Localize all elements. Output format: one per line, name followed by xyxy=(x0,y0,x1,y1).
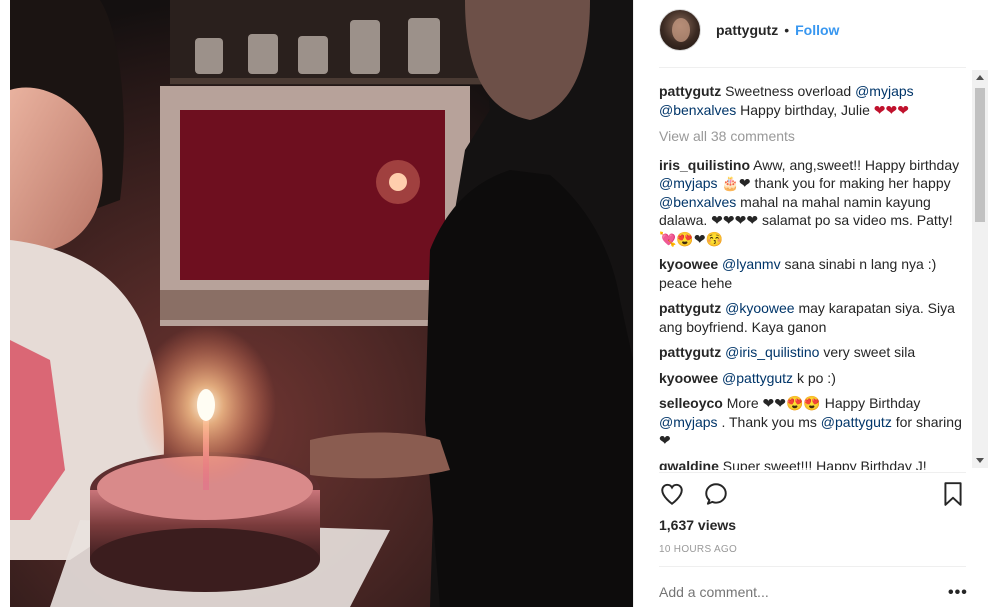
mention-link[interactable]: @iris_quilistino xyxy=(725,344,819,360)
comment-text: Aww, ang,sweet!! Happy birthday xyxy=(750,156,960,173)
view-all-comments-link[interactable]: View all 38 comments xyxy=(659,127,969,146)
comment-item: selleoyco More ❤❤😍😍 Happy Birthday @myja… xyxy=(659,394,969,450)
video-frame xyxy=(10,0,633,607)
comment-text: Happy birthday, Julie xyxy=(736,101,874,118)
divider xyxy=(659,472,966,473)
comment-bubble-icon[interactable] xyxy=(703,481,729,510)
scroll-up-icon[interactable] xyxy=(976,75,984,80)
comment-text: More ❤❤😍😍 Happy Birthday xyxy=(722,395,921,411)
comment-username[interactable]: iris_quilistino xyxy=(659,157,750,173)
comment-username[interactable]: pattygutz xyxy=(659,83,721,99)
comments-list: pattygutz Sweetness overload @myjaps @be… xyxy=(659,82,969,470)
comment-username[interactable]: gwaldine xyxy=(659,458,719,471)
comment-username[interactable]: pattygutz xyxy=(659,344,721,360)
heart-outline-icon[interactable] xyxy=(659,481,685,510)
mention-link[interactable]: @pattygutz xyxy=(722,370,793,386)
separator-dot: • xyxy=(784,22,790,38)
post-header: pattygutz • Follow xyxy=(634,0,991,60)
post-video[interactable] xyxy=(10,0,633,607)
mention-link[interactable]: @myjaps xyxy=(855,83,914,99)
mention-link[interactable]: @myjaps xyxy=(659,414,718,430)
comment-text: 🎂❤ thank you for making her happy xyxy=(717,175,951,191)
mention-link[interactable]: @pattygutz xyxy=(821,414,892,430)
comment-username[interactable]: selleoyco xyxy=(659,395,723,411)
views-count[interactable]: 1,637 views xyxy=(659,517,736,533)
divider xyxy=(659,67,966,68)
add-comment-input[interactable] xyxy=(659,584,909,600)
header-username[interactable]: pattygutz xyxy=(716,22,778,38)
comment-item: kyoowee @pattygutz k po :) xyxy=(659,369,969,388)
follow-button[interactable]: Follow xyxy=(795,22,839,38)
divider xyxy=(659,566,966,567)
mention-link[interactable]: @myjaps xyxy=(659,175,718,191)
avatar[interactable] xyxy=(659,9,701,51)
comment-text: very sweet sila xyxy=(819,344,916,360)
comment-item: iris_quilistino Aww, ang,sweet!! Happy b… xyxy=(659,156,969,249)
mention-link[interactable]: @benxalves xyxy=(659,102,736,118)
mention-link[interactable]: @lyanmv xyxy=(722,256,781,272)
more-options-icon[interactable]: ••• xyxy=(948,584,968,602)
action-bar xyxy=(659,481,969,511)
comment-username[interactable]: pattygutz xyxy=(659,300,721,316)
comment-item: pattygutz @iris_quilistino very sweet si… xyxy=(659,343,969,362)
heart-emoji: ❤❤❤ xyxy=(873,101,909,118)
mention-link[interactable]: @kyoowee xyxy=(725,300,794,316)
post-sidebar: pattygutz • Follow pattygutz Sweetness o… xyxy=(633,0,990,607)
comment-text: Sweetness overload xyxy=(721,83,856,99)
comments-scrollbar[interactable] xyxy=(972,70,988,468)
comment-item: kyoowee @lyanmv sana sinabi n lang nya :… xyxy=(659,255,969,292)
mention-link[interactable]: @benxalves xyxy=(659,194,736,210)
scroll-down-icon[interactable] xyxy=(976,458,984,463)
comment-item: pattygutz @kyoowee may karapatan siya. S… xyxy=(659,299,969,336)
post-timestamp: 10 HOURS AGO xyxy=(659,544,738,555)
comment-text: k po :) xyxy=(793,369,836,386)
comment-username[interactable]: kyoowee xyxy=(659,370,718,386)
comment-text: Super sweet!!! Happy Birthday J! xyxy=(718,457,927,471)
scrollbar-thumb[interactable] xyxy=(975,88,985,222)
bookmark-icon[interactable] xyxy=(941,481,965,510)
comment-username[interactable]: kyoowee xyxy=(659,256,718,272)
comment-text: . Thank you ms xyxy=(717,413,821,430)
caption: pattygutz Sweetness overload @myjaps @be… xyxy=(659,82,969,119)
comment-item: gwaldine Super sweet!!! Happy Birthday J… xyxy=(659,457,969,471)
